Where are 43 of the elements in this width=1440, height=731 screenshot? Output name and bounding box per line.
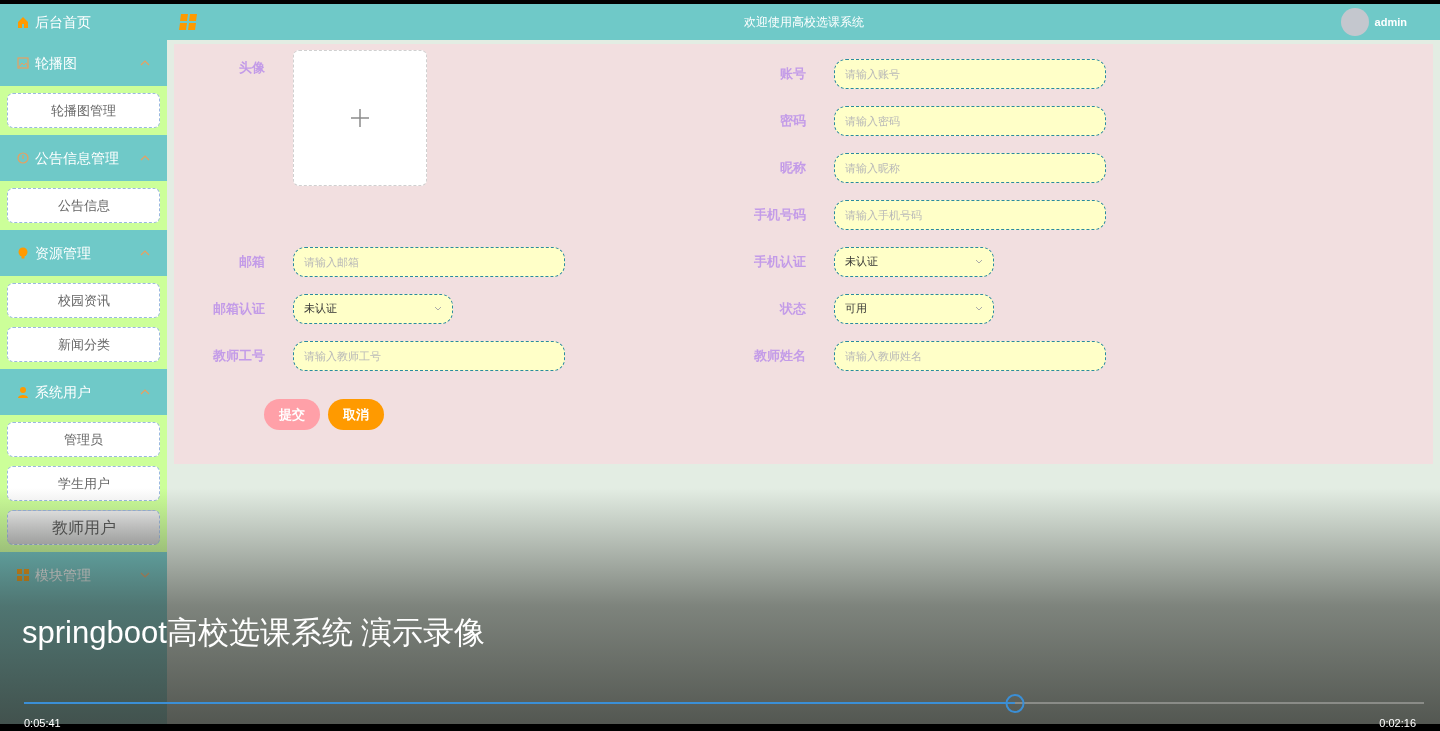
avatar-icon[interactable]: [1340, 8, 1369, 36]
grid-icon: [17, 569, 29, 581]
plus-icon: [351, 109, 369, 127]
field-label: 头像: [238, 59, 265, 77]
select-field[interactable]: 未认证: [293, 293, 453, 324]
submenu-item[interactable]: 校园资讯: [7, 283, 160, 318]
select-field[interactable]: 可用: [834, 293, 994, 324]
video-caption: springboot高校选课系统 演示录像: [22, 614, 486, 652]
field-label: 邮箱: [238, 252, 265, 271]
field-label: 手机认证: [753, 252, 806, 271]
submenu-item[interactable]: 管理员: [7, 422, 160, 457]
chevron-down-icon: [975, 259, 983, 264]
field-label: 邮箱认证: [212, 299, 265, 318]
select-field[interactable]: 未认证: [834, 246, 994, 277]
chevron-down-icon: [975, 306, 983, 311]
input-field[interactable]: 请输入邮箱: [293, 246, 565, 277]
submenu-item[interactable]: 轮播图管理: [7, 93, 160, 128]
submenu-item[interactable]: 公告信息: [7, 188, 160, 223]
avatar-upload[interactable]: [293, 50, 427, 186]
submenu-item[interactable]: 新闻分类: [7, 327, 160, 362]
image-icon: [17, 57, 29, 69]
header-title: 欢迎使用高校选课系统: [743, 14, 864, 31]
user-icon: [17, 386, 29, 398]
field-label: 密码: [779, 111, 806, 130]
progress-thumb[interactable]: [1005, 694, 1025, 713]
field-label: 状态: [778, 299, 806, 318]
chevron-down-icon: [434, 306, 442, 311]
remaining-time: 0:02:16: [1379, 717, 1416, 729]
info-icon: [17, 152, 29, 164]
submenu-item[interactable]: 教师用户: [7, 510, 160, 545]
field-label: 教师工号: [212, 346, 265, 365]
input-field[interactable]: 请输入密码: [834, 105, 1106, 136]
bulb-icon: [17, 247, 29, 259]
home-icon: [17, 16, 29, 28]
elapsed-time: 0:05:41: [24, 717, 61, 729]
field-label: 教师姓名: [753, 346, 806, 365]
submenu-item[interactable]: 学生用户: [7, 466, 160, 501]
field-label: 手机号码: [753, 205, 806, 224]
field-label: 昵称: [779, 158, 806, 177]
input-field[interactable]: 请输入昵称: [834, 152, 1106, 183]
field-label: 账号: [779, 64, 806, 83]
grid-icon[interactable]: [178, 13, 198, 31]
input-field[interactable]: 请输入教师姓名: [834, 340, 1106, 371]
